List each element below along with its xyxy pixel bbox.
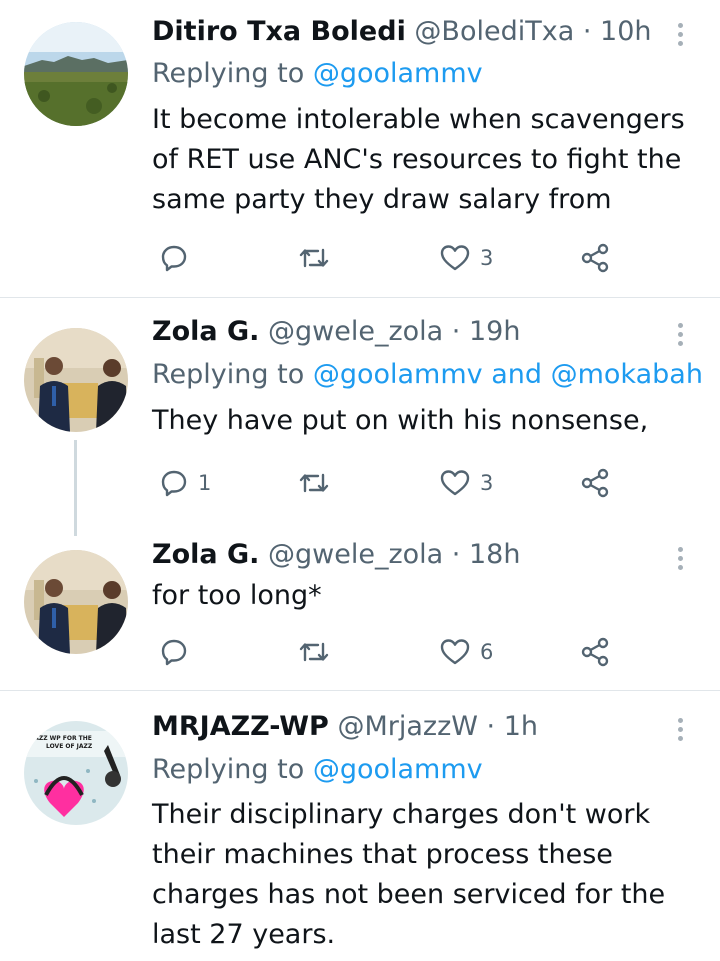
mention-link[interactable]: @mokabah [551,359,703,390]
like-count: 3 [480,246,494,270]
thread-connector-line [74,440,77,536]
more-vertical-icon[interactable] [670,538,690,578]
reply-button[interactable] [160,632,198,672]
action-bar: 6 [0,632,720,672]
reply-button[interactable] [160,238,198,278]
heart-icon [440,245,470,271]
like-button[interactable]: 3 [440,238,493,278]
author-handle[interactable]: @gwele_zola [268,316,443,347]
author-name[interactable]: MRJAZZ-WP [152,711,329,742]
mention-link[interactable]: @goolammv [313,359,483,390]
separator-dot: · [451,316,461,347]
avatar[interactable] [24,22,128,126]
share-icon [581,468,609,498]
two-men-avatar-image [24,328,128,432]
share-icon [581,243,609,273]
reply-button[interactable]: 1 [160,463,211,503]
avatar-text-line1: JAZZ WP FOR THE [31,735,92,742]
separator-dot: · [582,16,592,47]
author-name[interactable]: Ditiro Txa Boledi [152,16,406,47]
share-button[interactable] [580,632,610,672]
reply-icon [161,470,187,497]
tweet-1[interactable]: Ditiro Txa Boledi @BolediTxa · 10h Reply… [0,0,720,297]
like-button[interactable]: 6 [440,632,493,672]
replying-to-label: Replying to [152,58,305,89]
author-handle[interactable]: @MrjazzW [337,711,477,742]
author-name[interactable]: Zola G. [152,316,259,347]
author-handle[interactable]: @BolediTxa [414,16,574,47]
landscape-avatar-image [24,22,128,126]
reply-count: 1 [198,471,212,495]
more-vertical-icon[interactable] [670,709,690,749]
tweet-text: for too long* [152,580,322,611]
retweet-icon [299,473,329,493]
author-handle[interactable]: @gwele_zola [268,539,443,570]
retweet-button[interactable] [298,238,340,278]
tweet-text: Their disciplinary charges don't work th… [152,799,666,950]
more-vertical-icon[interactable] [670,14,690,54]
like-count: 6 [480,640,494,664]
jazz-logo-avatar-image: JAZZ WP FOR THE LOVE OF JAZZ [24,721,128,825]
timestamp[interactable]: 19h [469,316,520,347]
share-button[interactable] [580,238,610,278]
like-count: 3 [480,471,494,495]
reply-icon [161,245,187,272]
avatar[interactable] [24,328,128,432]
retweet-icon [299,248,329,268]
avatar-text-line2: LOVE OF JAZZ [46,743,93,750]
retweet-button[interactable] [298,632,340,672]
timestamp[interactable]: 10h [600,16,651,47]
replying-to-label: Replying to [152,359,305,390]
tweet-3[interactable]: Zola G. @gwele_zola · 18h for too long* … [0,538,720,690]
tweet-text: They have put on with his nonsense, [152,405,649,436]
separator-dot: · [451,539,461,570]
tweet-text: It become intolerable when scavengers of… [152,104,685,215]
tweet-2[interactable]: Zola G. @gwele_zola · 19h Replying to @g… [0,298,720,538]
mention-link[interactable]: @goolammv [313,754,483,785]
tweet-4[interactable]: JAZZ WP FOR THE LOVE OF JAZZ MRJAZZ-WP @… [0,691,720,961]
separator-dot: · [486,711,496,742]
share-button[interactable] [580,463,610,503]
mention-joiner: and [491,359,543,390]
action-bar: 1 3 [0,463,720,503]
replying-to: Replying to @goolammv [152,753,483,787]
like-button[interactable]: 3 [440,463,493,503]
replying-to: Replying to @goolammv [152,57,483,91]
timestamp[interactable]: 1h [504,711,538,742]
heart-icon [440,639,470,665]
mention-link[interactable]: @goolammv [313,58,483,89]
heart-icon [440,470,470,496]
more-vertical-icon[interactable] [670,314,690,354]
replying-to: Replying to @goolammv and @mokabah [152,358,703,392]
retweet-button[interactable] [298,463,340,503]
avatar[interactable]: JAZZ WP FOR THE LOVE OF JAZZ [24,721,128,825]
replying-to-label: Replying to [152,754,305,785]
action-bar: 3 [0,238,720,278]
share-icon [581,637,609,667]
author-name[interactable]: Zola G. [152,539,259,570]
reply-icon [161,639,187,666]
timestamp[interactable]: 18h [469,539,520,570]
retweet-icon [299,642,329,662]
